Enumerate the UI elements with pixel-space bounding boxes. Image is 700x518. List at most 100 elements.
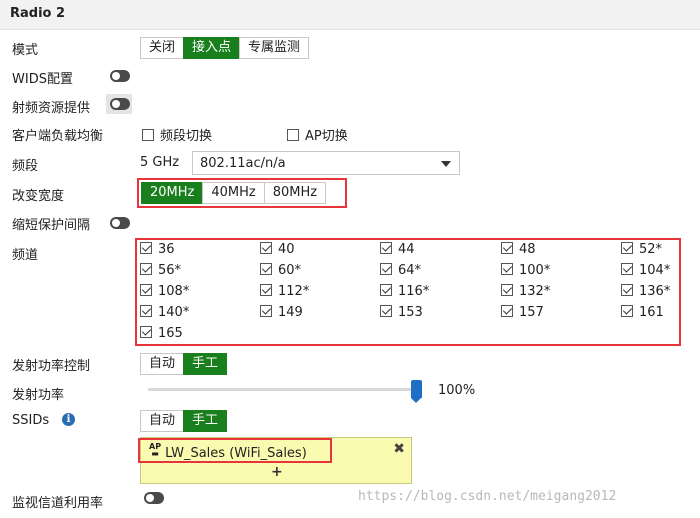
- ap-handoff-option[interactable]: AP切换: [287, 125, 348, 144]
- caret-down-icon: [441, 161, 451, 167]
- band-steering-option[interactable]: 频段切换: [142, 125, 212, 144]
- monitor-channel-toggle[interactable]: [144, 492, 164, 504]
- channel-checkbox[interactable]: [501, 305, 513, 317]
- channel-checkbox[interactable]: [260, 263, 272, 275]
- channel-checkbox[interactable]: [501, 242, 513, 254]
- channel-checkbox[interactable]: [140, 284, 152, 296]
- wids-toggle[interactable]: [110, 70, 130, 82]
- channel-label-text: 108*: [158, 284, 190, 299]
- power-control-option-auto[interactable]: 自动: [140, 353, 185, 375]
- channel-checkbox[interactable]: [621, 263, 633, 275]
- tx-power-label: 发射功率: [12, 388, 65, 403]
- channel-checkbox[interactable]: [260, 305, 272, 317]
- channel-checkbox[interactable]: [140, 326, 152, 338]
- rf-resource-label: 射频资源提供: [12, 101, 91, 116]
- channel-option[interactable]: 165: [140, 326, 183, 341]
- channel-label-text: 149: [278, 305, 303, 320]
- watermark-text: https://blog.csdn.net/meigang2012: [358, 489, 617, 504]
- channel-option[interactable]: 52*: [621, 242, 662, 257]
- wids-label: WIDS配置: [12, 72, 73, 87]
- band-label: 频段: [12, 159, 39, 174]
- ssid-highlight-box: [138, 438, 332, 463]
- section-title: Radio 2: [10, 6, 66, 21]
- channel-label-text: 132*: [519, 284, 551, 299]
- channel-checkbox[interactable]: [501, 263, 513, 275]
- channel-checkbox[interactable]: [380, 284, 392, 296]
- channel-label-text: 153: [398, 305, 423, 320]
- ssids-segmented: 自动 手工: [140, 410, 228, 432]
- channel-option[interactable]: 140*: [140, 305, 189, 320]
- channel-checkbox[interactable]: [621, 242, 633, 254]
- channel-option[interactable]: 44: [380, 242, 415, 257]
- channel-option[interactable]: 149: [260, 305, 303, 320]
- mode-option-monitor[interactable]: 专属监测: [239, 37, 310, 59]
- short-gi-label: 缩短保护间隔: [12, 218, 91, 233]
- channel-label-text: 64*: [398, 263, 422, 278]
- channel-checkbox[interactable]: [380, 242, 392, 254]
- mode-label: 模式: [12, 43, 39, 58]
- band-select[interactable]: 802.11ac/n/a: [192, 151, 460, 175]
- channel-checkbox[interactable]: [140, 305, 152, 317]
- channel-checkbox[interactable]: [140, 242, 152, 254]
- band-steering-checkbox[interactable]: [142, 129, 154, 141]
- load-balance-label: 客户端负载均衡: [12, 129, 104, 144]
- tx-power-slider-handle[interactable]: [411, 380, 422, 403]
- ap-handoff-checkbox[interactable]: [287, 129, 299, 141]
- channel-label: 频道: [12, 248, 39, 263]
- channel-option[interactable]: 132*: [501, 284, 550, 299]
- channel-checkbox[interactable]: [621, 305, 633, 317]
- channel-label-text: 116*: [398, 284, 430, 299]
- channel-option[interactable]: 48: [501, 242, 536, 257]
- channel-checkbox[interactable]: [621, 284, 633, 296]
- channel-option[interactable]: 157: [501, 305, 544, 320]
- channel-option[interactable]: 161: [621, 305, 664, 320]
- channel-label-text: 165: [158, 326, 183, 341]
- channel-option[interactable]: 153: [380, 305, 423, 320]
- channel-option[interactable]: 108*: [140, 284, 189, 299]
- info-icon[interactable]: i: [62, 413, 75, 426]
- channel-option[interactable]: 40: [260, 242, 295, 257]
- channel-option[interactable]: 36: [140, 242, 175, 257]
- channel-option[interactable]: 60*: [260, 263, 301, 278]
- power-control-option-manual[interactable]: 手工: [183, 353, 228, 375]
- section-header: Radio 2: [0, 0, 700, 30]
- channel-option[interactable]: 104*: [621, 263, 670, 278]
- ssids-option-auto[interactable]: 自动: [140, 410, 185, 432]
- ssids-option-manual[interactable]: 手工: [183, 410, 228, 432]
- power-control-label: 发射功率控制: [12, 359, 91, 374]
- channel-label-text: 140*: [158, 305, 190, 320]
- band-steering-label: 频段切换: [160, 129, 213, 144]
- channel-option[interactable]: 64*: [380, 263, 421, 278]
- channel-label-text: 112*: [278, 284, 310, 299]
- rf-resource-toggle[interactable]: [110, 98, 130, 110]
- channel-label-text: 40: [278, 242, 295, 257]
- channel-option[interactable]: 116*: [380, 284, 429, 299]
- short-gi-toggle[interactable]: [110, 217, 130, 229]
- remove-ssid-icon[interactable]: ✖: [393, 441, 405, 457]
- channel-label-text: 157: [519, 305, 544, 320]
- channel-checkbox[interactable]: [501, 284, 513, 296]
- channel-label-text: 36: [158, 242, 175, 257]
- tx-power-slider-track[interactable]: [148, 388, 416, 391]
- channel-option[interactable]: 112*: [260, 284, 309, 299]
- channel-label-text: 161: [639, 305, 664, 320]
- channel-option[interactable]: 100*: [501, 263, 550, 278]
- mode-option-off[interactable]: 关闭: [140, 37, 185, 59]
- band-frequency: 5 GHz: [140, 155, 180, 170]
- channel-checkbox[interactable]: [260, 242, 272, 254]
- channel-option[interactable]: 56*: [140, 263, 181, 278]
- band-select-value: 802.11ac/n/a: [200, 156, 286, 171]
- tx-power-value: 100%: [438, 383, 476, 398]
- channel-label-text: 56*: [158, 263, 182, 278]
- channel-checkbox[interactable]: [380, 263, 392, 275]
- channel-label-text: 104*: [639, 263, 671, 278]
- add-ssid-button[interactable]: +: [271, 464, 283, 480]
- channel-checkbox[interactable]: [260, 284, 272, 296]
- mode-option-ap[interactable]: 接入点: [183, 37, 241, 59]
- channel-option[interactable]: 136*: [621, 284, 670, 299]
- channel-checkbox[interactable]: [380, 305, 392, 317]
- monitor-channel-label: 监视信道利用率: [12, 496, 104, 511]
- ssids-label: SSIDs: [12, 413, 50, 428]
- channel-checkbox[interactable]: [140, 263, 152, 275]
- channel-label-text: 44: [398, 242, 415, 257]
